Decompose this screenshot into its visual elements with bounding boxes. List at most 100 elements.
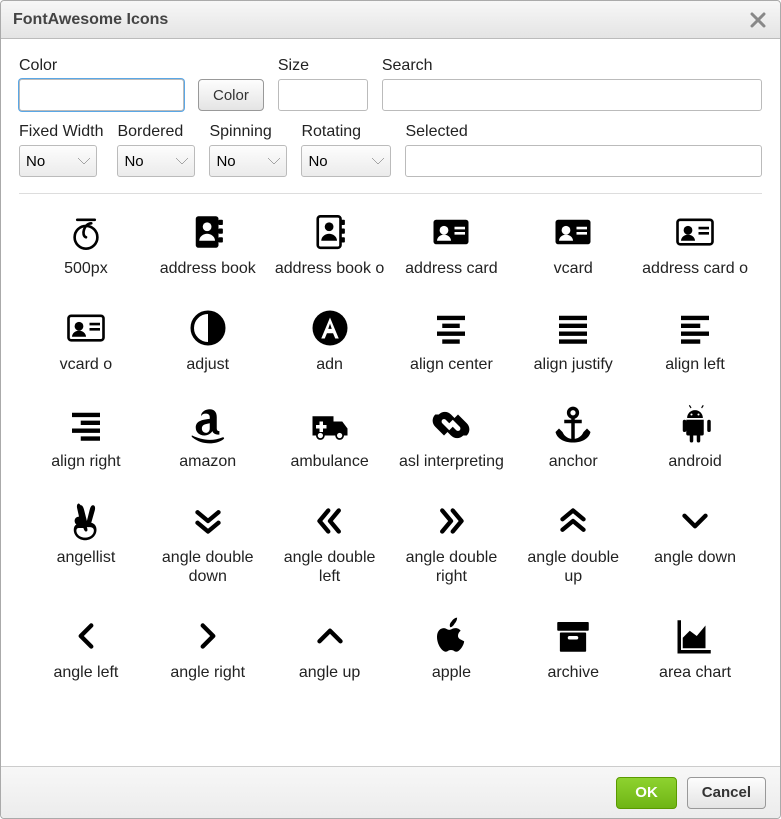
icon-label: adn [316, 356, 343, 374]
asl-interpreting-icon [427, 401, 475, 449]
icon-label: address book o [275, 260, 384, 278]
adn-icon [306, 304, 354, 352]
search-field: Search [382, 57, 762, 111]
icon-label: angle double right [396, 549, 506, 586]
selected-input[interactable] [405, 145, 762, 177]
icons-grid: 500px address book address book o address c… [19, 204, 762, 696]
icon-item-address-book-o[interactable]: address book o [269, 204, 391, 282]
icon-item-align-justify[interactable]: align justify [512, 300, 634, 378]
icon-item-angle-double-left[interactable]: angle double left [269, 493, 391, 590]
icon-label: angle down [654, 549, 736, 567]
angle-right-icon [184, 612, 232, 660]
anchor-icon [549, 401, 597, 449]
address-book-icon [184, 208, 232, 256]
adjust-icon [184, 304, 232, 352]
icon-item-vcard[interactable]: vcard [512, 204, 634, 282]
address-card-icon [427, 208, 475, 256]
icon-label: area chart [659, 664, 731, 682]
icon-label: android [668, 453, 721, 471]
dialog-title: FontAwesome Icons [13, 11, 748, 29]
area-chart-icon [671, 612, 719, 660]
icon-label: angle left [53, 664, 118, 682]
ok-button[interactable]: OK [616, 777, 677, 809]
icon-label: ambulance [290, 453, 368, 471]
search-input[interactable] [382, 79, 762, 111]
icon-label: angle double down [153, 549, 263, 586]
icon-item-address-book[interactable]: address book [147, 204, 269, 282]
icon-item-angle-left[interactable]: angle left [25, 608, 147, 686]
icons-scroll-area[interactable]: 500px address book address book o address c… [19, 193, 762, 756]
fixed-width-select[interactable]: No [19, 145, 97, 177]
angle-double-left-icon [306, 497, 354, 545]
icon-label: angle right [170, 664, 245, 682]
icon-item-area-chart[interactable]: area chart [634, 608, 756, 686]
icon-item-align-right[interactable]: align right [25, 397, 147, 475]
icon-label: address card [405, 260, 498, 278]
color-input[interactable] [19, 79, 184, 111]
spinning-label: Spinning [209, 123, 287, 141]
selected-label: Selected [405, 123, 762, 141]
icon-item-angle-down[interactable]: angle down [634, 493, 756, 590]
fontawesome-icons-dialog: FontAwesome Icons Color Color Size Searc… [0, 0, 781, 819]
icon-item-adjust[interactable]: adjust [147, 300, 269, 378]
icon-item-align-left[interactable]: align left [634, 300, 756, 378]
icon-label: vcard [554, 260, 593, 278]
icon-item-address-card[interactable]: address card [391, 204, 513, 282]
angle-up-icon [306, 612, 354, 660]
icon-item-align-center[interactable]: align center [391, 300, 513, 378]
angle-down-icon [671, 497, 719, 545]
icon-item-angle-double-right[interactable]: angle double right [391, 493, 513, 590]
address-book-o-icon [306, 208, 354, 256]
icon-item-angle-double-up[interactable]: angle double up [512, 493, 634, 590]
spinning-select[interactable]: No [209, 145, 287, 177]
icon-item-address-card-o[interactable]: address card o [634, 204, 756, 282]
icon-item-amazon[interactable]: amazon [147, 397, 269, 475]
icon-item-apple[interactable]: apple [391, 608, 513, 686]
angle-left-icon [62, 612, 110, 660]
color-picker-button[interactable]: Color [198, 79, 264, 111]
selected-field: Selected [405, 123, 762, 177]
icon-item-archive[interactable]: archive [512, 608, 634, 686]
icon-item-asl-interpreting[interactable]: asl interpreting [391, 397, 513, 475]
angellist-icon [62, 497, 110, 545]
size-input[interactable] [278, 79, 368, 111]
rotating-field: Rotating No [301, 123, 391, 177]
icon-item-angellist[interactable]: angellist [25, 493, 147, 590]
icon-label: asl interpreting [399, 453, 504, 471]
dialog-body: Color Color Size Search Fixed Width No B… [1, 39, 780, 766]
address-card-o-icon [671, 208, 719, 256]
align-center-icon [427, 304, 475, 352]
icon-item-anchor[interactable]: anchor [512, 397, 634, 475]
bordered-select[interactable]: No [117, 145, 195, 177]
icon-label: align center [410, 356, 493, 374]
icon-label: align right [51, 453, 120, 471]
color-field: Color [19, 57, 184, 111]
icon-label: amazon [179, 453, 236, 471]
icon-label: address card o [642, 260, 748, 278]
ambulance-icon [306, 401, 354, 449]
close-button[interactable] [748, 10, 768, 30]
icon-item-vcard-o[interactable]: vcard o [25, 300, 147, 378]
icon-label: angle up [299, 664, 360, 682]
icon-label: adjust [186, 356, 229, 374]
archive-icon [549, 612, 597, 660]
icon-label: address book [160, 260, 256, 278]
color-label: Color [19, 57, 184, 75]
size-label: Size [278, 57, 368, 75]
icon-item-android[interactable]: android [634, 397, 756, 475]
icon-item-angle-up[interactable]: angle up [269, 608, 391, 686]
icon-item-ambulance[interactable]: ambulance [269, 397, 391, 475]
icon-item-500px[interactable]: 500px [25, 204, 147, 282]
icon-item-angle-right[interactable]: angle right [147, 608, 269, 686]
size-field: Size [278, 57, 368, 111]
cancel-button[interactable]: Cancel [687, 777, 766, 809]
icon-label: angellist [57, 549, 116, 567]
dialog-titlebar: FontAwesome Icons [1, 1, 780, 39]
rotating-select[interactable]: No [301, 145, 391, 177]
dialog-footer: OK Cancel [1, 766, 780, 818]
icon-item-angle-double-down[interactable]: angle double down [147, 493, 269, 590]
icon-item-adn[interactable]: adn [269, 300, 391, 378]
amazon-icon [184, 401, 232, 449]
android-icon [671, 401, 719, 449]
controls-row-1: Color Color Size Search [19, 57, 762, 111]
